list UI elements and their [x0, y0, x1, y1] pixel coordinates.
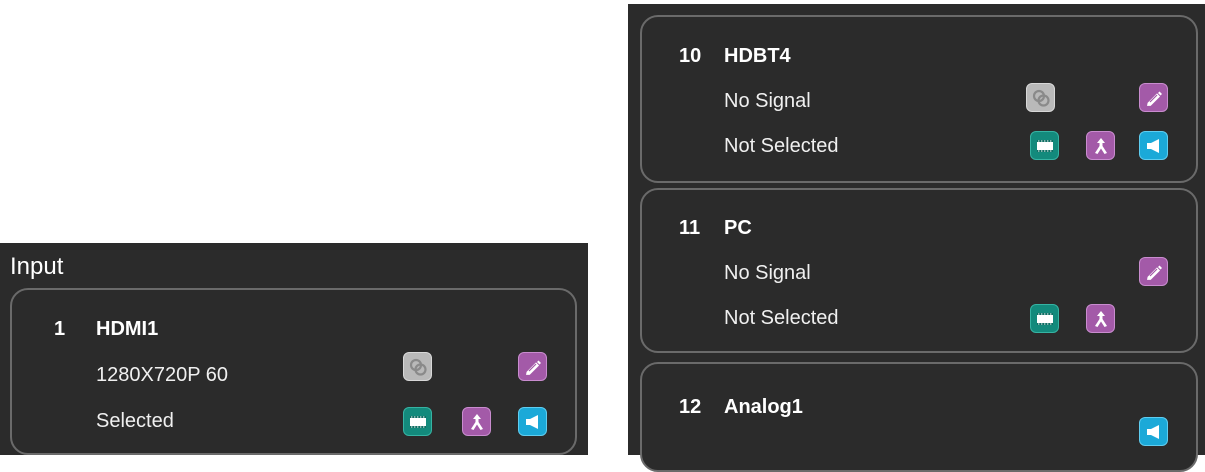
- video-icon[interactable]: [1030, 131, 1059, 160]
- signal-resolution: 1280X720P 60: [96, 364, 228, 386]
- input-number: 11: [679, 217, 701, 239]
- pencil-edit-icon[interactable]: [518, 352, 547, 381]
- speaker-icon[interactable]: [518, 407, 547, 436]
- input-card-11[interactable]: 11 PC No Signal Not Selected: [640, 188, 1198, 353]
- panel-title: Input: [10, 253, 64, 280]
- link-icon[interactable]: [403, 352, 432, 381]
- link-icon[interactable]: [1026, 83, 1055, 112]
- signal-status: No Signal: [724, 262, 811, 284]
- input-card-10[interactable]: 10 HDBT4 No Signal Not Selected: [640, 15, 1198, 183]
- speaker-icon[interactable]: [1139, 417, 1168, 446]
- input-number: 10: [679, 45, 702, 67]
- input-name: Analog1: [724, 396, 803, 418]
- input-number: 12: [679, 396, 702, 418]
- route-merge-icon[interactable]: [1086, 131, 1115, 160]
- route-merge-icon[interactable]: [1086, 304, 1115, 333]
- signal-status: No Signal: [724, 90, 811, 112]
- video-icon[interactable]: [403, 407, 432, 436]
- input-name: PC: [724, 217, 752, 239]
- speaker-icon[interactable]: [1139, 131, 1168, 160]
- selection-status: Not Selected: [724, 135, 839, 157]
- input-panel: Input 1 HDMI1 1280X720P 60 Selected: [0, 243, 588, 455]
- input-card-1[interactable]: 1 HDMI1 1280X720P 60 Selected: [10, 288, 577, 455]
- video-icon[interactable]: [1030, 304, 1059, 333]
- input-name: HDBT4: [724, 45, 791, 67]
- input-name: HDMI1: [96, 318, 159, 340]
- input-card-12[interactable]: 12 Analog1: [640, 362, 1198, 472]
- pencil-edit-icon[interactable]: [1139, 83, 1168, 112]
- pencil-edit-icon[interactable]: [1139, 257, 1168, 286]
- selection-status: Selected: [96, 410, 174, 432]
- input-number: 1: [54, 318, 66, 340]
- selection-status: Not Selected: [724, 307, 839, 329]
- route-merge-icon[interactable]: [462, 407, 491, 436]
- input-list-panel: 10 HDBT4 No Signal Not Selected 11 PC No…: [628, 4, 1205, 472]
